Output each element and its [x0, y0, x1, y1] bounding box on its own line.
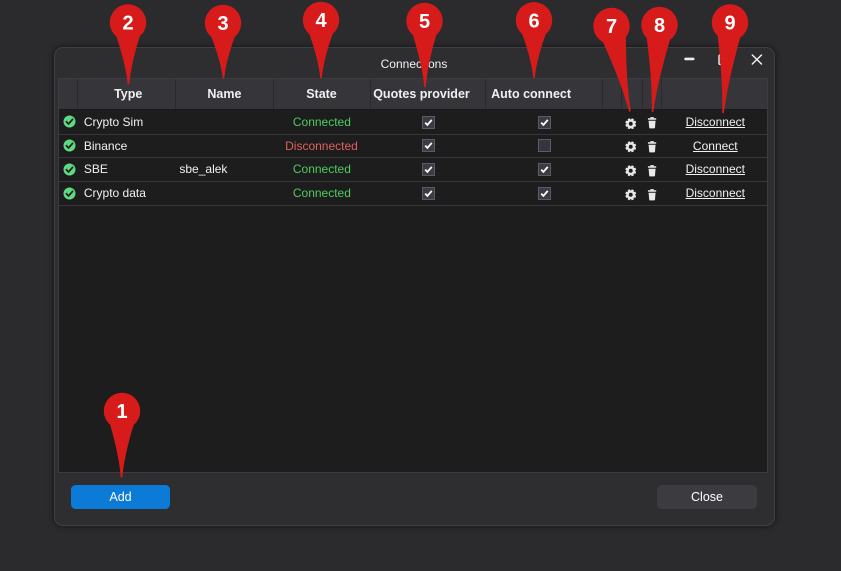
- svg-text:5: 5: [419, 11, 430, 33]
- svg-text:3: 3: [217, 13, 228, 35]
- svg-text:8: 8: [654, 15, 665, 37]
- svg-text:9: 9: [724, 13, 735, 35]
- svg-text:4: 4: [315, 10, 327, 32]
- svg-text:6: 6: [528, 10, 539, 32]
- svg-text:7: 7: [606, 16, 617, 38]
- svg-text:2: 2: [122, 13, 133, 35]
